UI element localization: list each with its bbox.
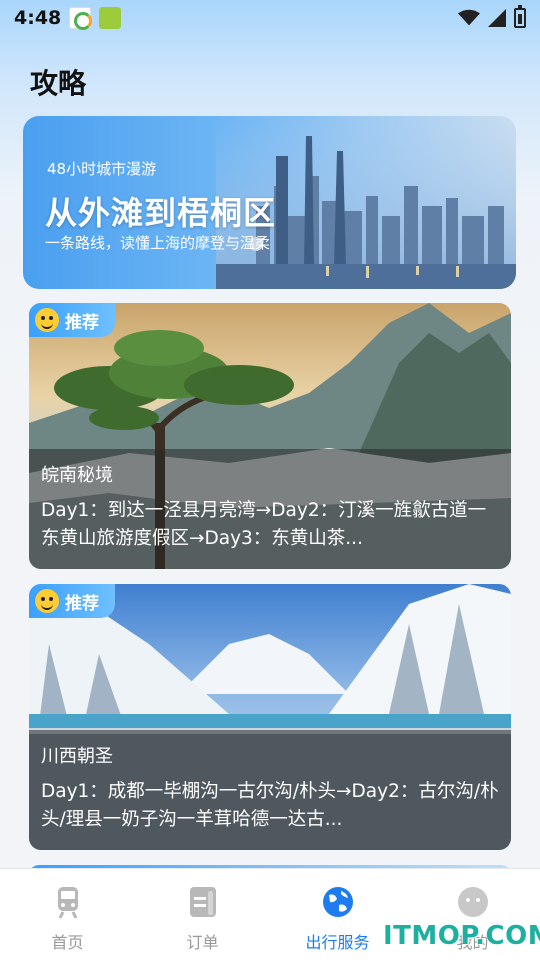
badge-label: 推荐 bbox=[65, 312, 99, 333]
profile-icon bbox=[457, 887, 488, 917]
tab-label: 订单 bbox=[186, 933, 219, 952]
banner-title: 从外滩到梧桐区 bbox=[45, 194, 277, 232]
card-title: 川西朝圣 bbox=[41, 746, 113, 767]
order-icon bbox=[189, 887, 216, 917]
card-description: Day1：成都一毕棚沟一古尔沟/朴头→Day2：古尔沟/朴头/理县一奶子沟一羊茸… bbox=[41, 781, 499, 830]
status-time: 4:48 bbox=[14, 7, 62, 29]
notification-app-icon bbox=[99, 7, 122, 29]
tab-label: 出行服务 bbox=[305, 933, 370, 952]
battery-icon bbox=[514, 5, 526, 28]
recommend-badge: 推荐 bbox=[29, 303, 115, 337]
train-icon bbox=[57, 887, 78, 919]
notification-app-icon bbox=[69, 7, 93, 30]
status-indicators bbox=[458, 5, 526, 28]
tab-label: 首页 bbox=[51, 933, 84, 952]
tab-home[interactable]: 首页 bbox=[0, 869, 135, 960]
signal-icon bbox=[488, 9, 506, 27]
card-description: Day1：到达一泾县月亮湾→Day2：汀溪一旌歙古道一东黄山旅游度假区→Day3… bbox=[41, 500, 487, 549]
status-bar: 4:48 bbox=[0, 0, 540, 36]
page-title: 攻略 bbox=[30, 67, 87, 100]
wifi-icon bbox=[458, 9, 480, 26]
site-watermark: ITMOP.COM bbox=[383, 921, 540, 951]
tab-orders[interactable]: 订单 bbox=[135, 869, 270, 960]
globe-icon bbox=[322, 887, 353, 917]
badge-label: 推荐 bbox=[65, 593, 99, 614]
card-title: 皖南秘境 bbox=[41, 465, 113, 486]
featured-banner[interactable]: 48小时城市漫游 从外滩到梧桐区 一条路线，读懂上海的摩登与温柔 bbox=[23, 116, 516, 289]
route-card[interactable]: 推荐 川西朝圣 Day1：成都一毕棚沟一古尔沟/朴头→Day2：古尔沟/朴头/理… bbox=[29, 584, 511, 850]
route-card[interactable]: 推荐 皖南秘境 Day1：到达一泾县月亮湾→Day2：汀溪一旌歙古道一东黄山旅游… bbox=[29, 303, 511, 569]
banner-subtitle: 48小时城市漫游 bbox=[47, 160, 157, 178]
recommend-badge: 推荐 bbox=[29, 584, 115, 618]
banner-description: 一条路线，读懂上海的摩登与温柔 bbox=[45, 234, 271, 252]
laughing-emoji-icon bbox=[35, 308, 59, 332]
laughing-emoji-icon bbox=[35, 589, 59, 613]
